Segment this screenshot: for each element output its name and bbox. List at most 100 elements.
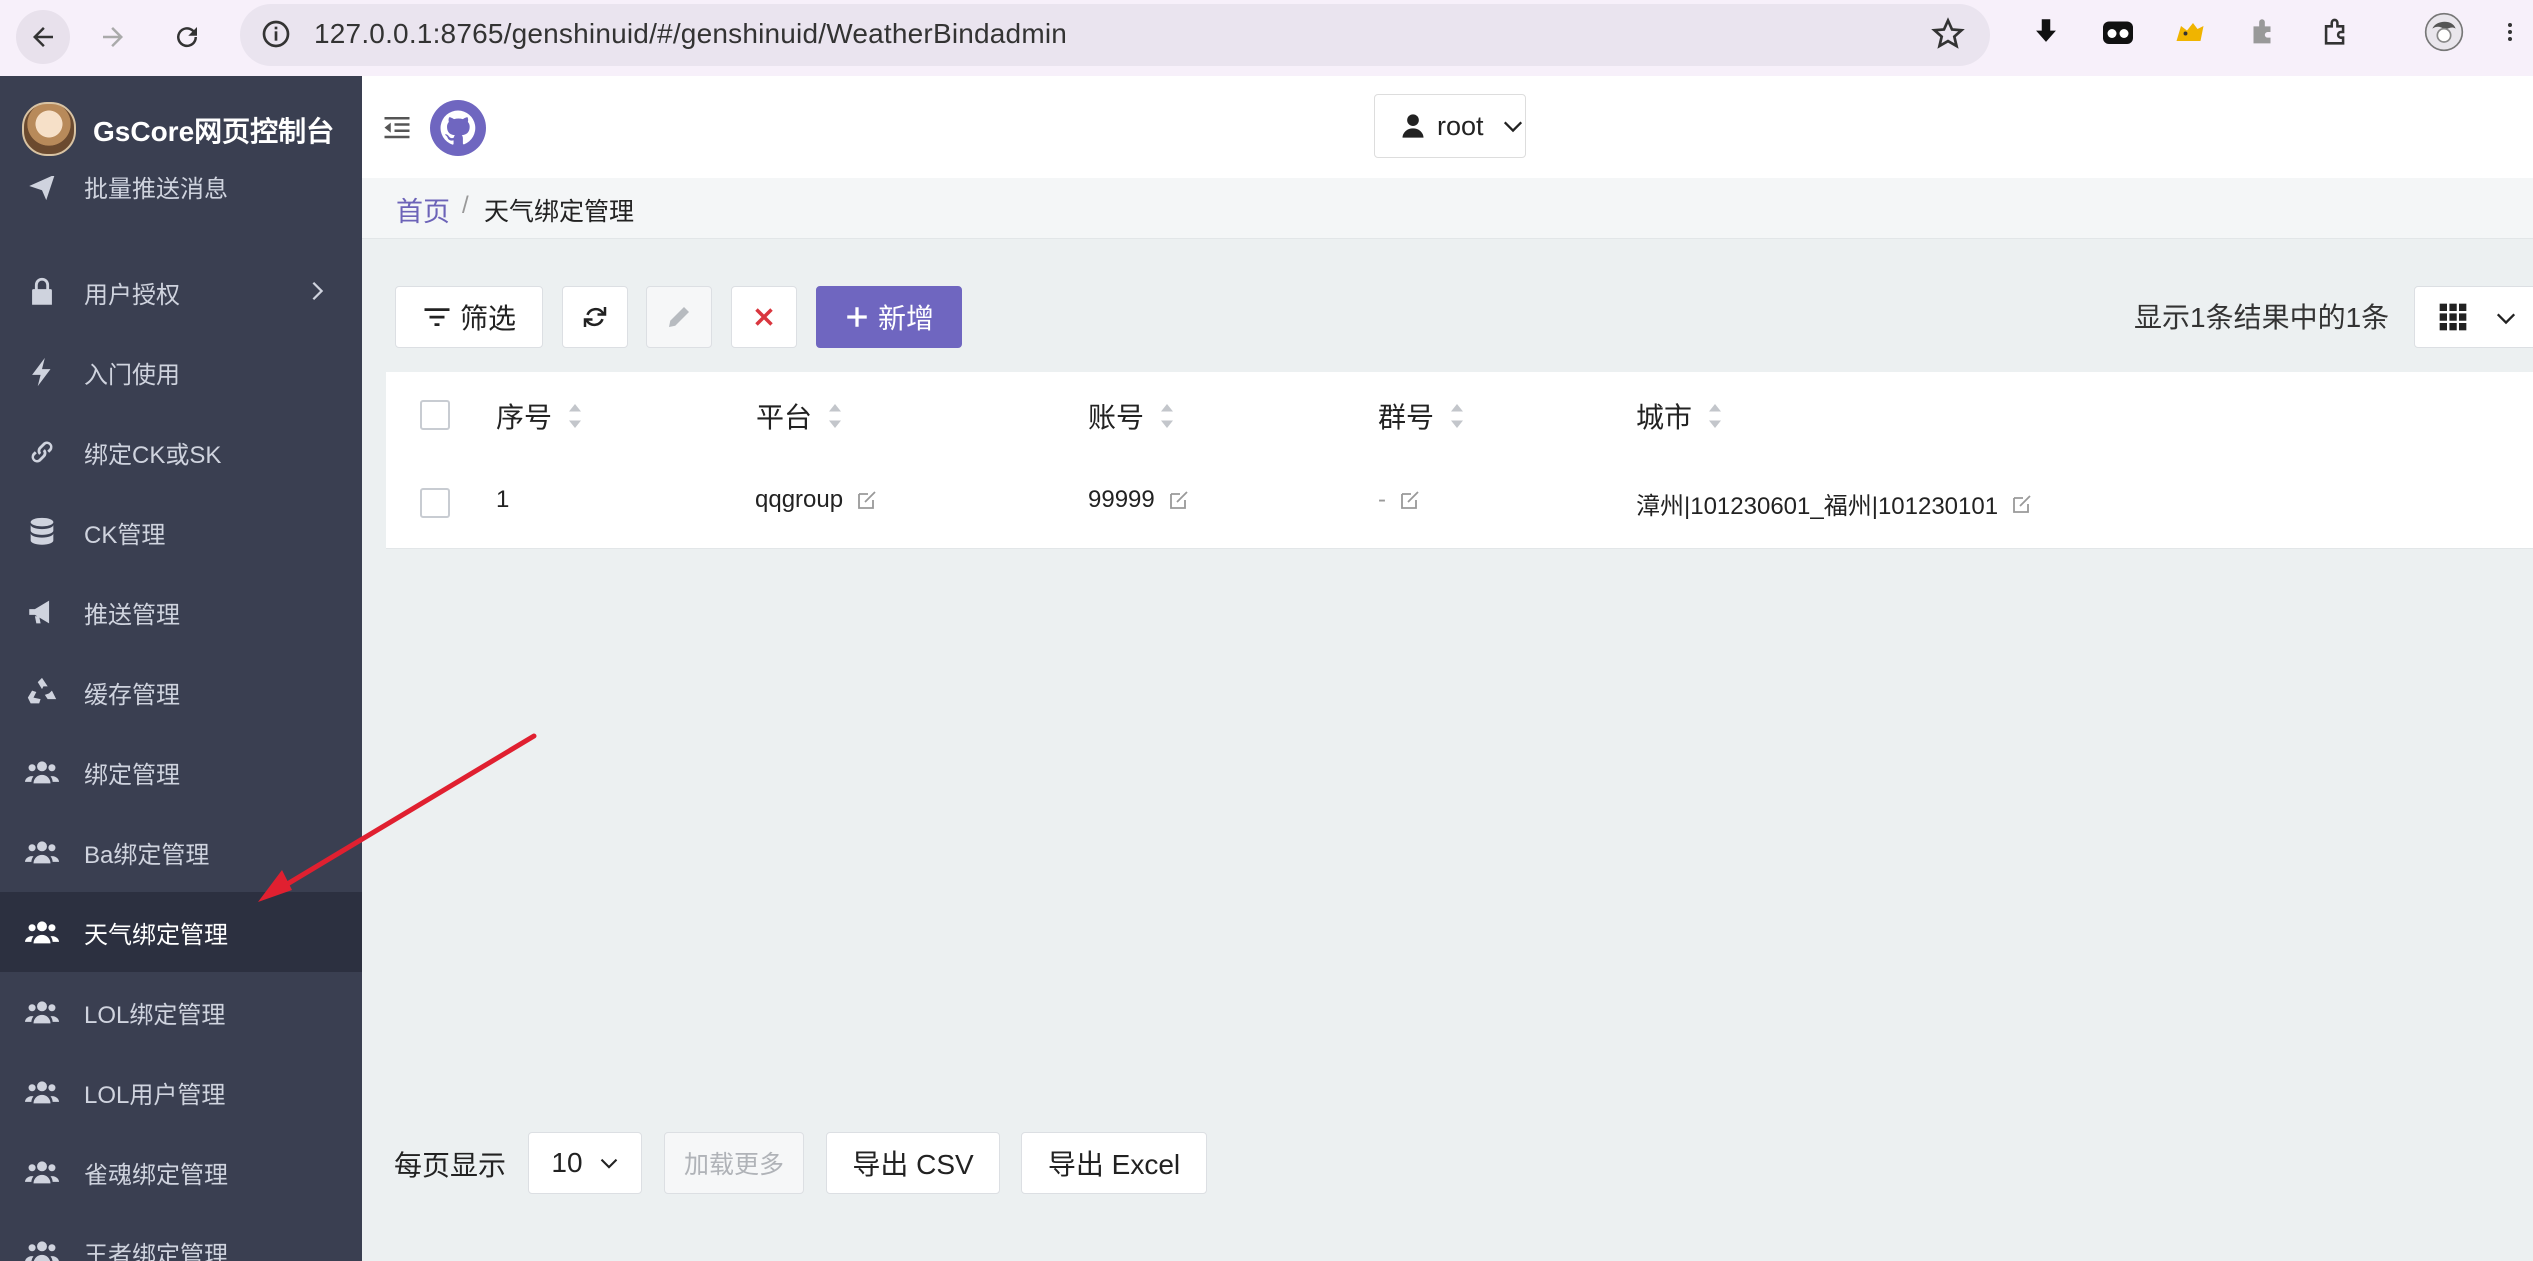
sidebar-toggle-icon[interactable]	[382, 112, 412, 142]
cell-account: 99999	[1088, 486, 1191, 514]
forward-button[interactable]	[86, 10, 140, 64]
chevron-right-icon	[312, 281, 324, 301]
brand[interactable]: GsCore网页控制台	[0, 76, 362, 176]
users-icon	[24, 1154, 60, 1190]
column-header-group[interactable]: 群号	[1378, 396, 1466, 436]
brand-title: GsCore网页控制台	[93, 116, 335, 147]
edit-icon[interactable]	[855, 488, 879, 512]
select-all-checkbox[interactable]	[420, 400, 450, 430]
sidebar-item-cache-management[interactable]: 缓存管理	[0, 652, 362, 732]
extensions-icon[interactable]	[2316, 12, 2356, 52]
breadcrumb-separator: /	[462, 192, 469, 219]
cell-group: -	[1378, 486, 1422, 514]
link-icon	[24, 434, 60, 470]
column-header-account[interactable]: 账号	[1088, 396, 1176, 436]
reload-button[interactable]	[160, 10, 214, 64]
user-name: root	[1437, 110, 1484, 141]
column-header-platform[interactable]: 平台	[756, 396, 844, 436]
extension-mask-icon[interactable]	[2098, 12, 2138, 52]
sidebar-item-getting-started[interactable]: 入门使用	[0, 332, 362, 412]
breadcrumb-current: 天气绑定管理	[484, 198, 635, 226]
database-icon	[24, 514, 60, 550]
data-table: 序号 平台 账号 群号 城市 1 qqgroup 99999 - 漳州|1012…	[386, 372, 2533, 549]
edit-icon[interactable]	[2010, 492, 2034, 516]
top-header: root	[362, 76, 2533, 179]
result-count: 显示1条结果中的1条	[2134, 302, 2390, 333]
github-icon[interactable]	[430, 100, 486, 156]
main-content: 首页 / 天气绑定管理 筛选 新增 显示1条结果中的1条 序号 平台 账号 群号…	[258, 178, 2533, 1261]
bookmark-star-icon[interactable]	[1930, 16, 1966, 52]
sidebar-item-lol-user-management[interactable]: LOL用户管理	[0, 1052, 362, 1132]
megaphone-icon	[24, 594, 60, 630]
users-icon	[24, 754, 60, 790]
edit-icon[interactable]	[1167, 488, 1191, 512]
profile-avatar-icon[interactable]	[2424, 12, 2464, 52]
close-icon	[755, 308, 773, 326]
user-icon	[1402, 114, 1424, 138]
per-page-label: 每页显示	[394, 1150, 507, 1181]
recycle-icon	[24, 674, 60, 710]
export-csv-button[interactable]: 导出 CSV	[826, 1132, 1000, 1194]
column-toggle-button[interactable]	[2414, 286, 2533, 348]
sort-icon[interactable]	[1706, 401, 1724, 431]
sort-icon[interactable]	[1158, 401, 1176, 431]
sort-icon[interactable]	[1448, 401, 1466, 431]
extension-cat-icon[interactable]	[2170, 12, 2210, 52]
url-text[interactable]: 127.0.0.1:8765/genshinuid/#/genshinuid/W…	[314, 18, 1067, 50]
brand-logo	[22, 102, 76, 156]
arrow-left-icon	[33, 27, 53, 47]
extension-puzzle-gray-icon[interactable]	[2242, 12, 2282, 52]
chevron-down-icon	[1503, 121, 1522, 133]
refresh-button[interactable]	[562, 286, 628, 348]
users-icon	[24, 914, 60, 950]
edit-button[interactable]	[646, 286, 712, 348]
sidebar-item-bind-management[interactable]: 绑定管理	[0, 732, 362, 812]
browser-chrome: 127.0.0.1:8765/genshinuid/#/genshinuid/W…	[0, 0, 2533, 76]
load-more-button[interactable]: 加载更多	[664, 1132, 804, 1194]
cell-id: 1	[496, 486, 510, 513]
row-checkbox[interactable]	[420, 488, 450, 518]
sidebar-item-bind-ck-sk[interactable]: 绑定CK或SK	[0, 412, 362, 492]
users-icon	[24, 834, 60, 870]
column-header-id[interactable]: 序号	[496, 396, 584, 436]
sidebar-item-user-auth[interactable]: 用户授权	[0, 252, 362, 332]
filter-icon	[424, 308, 450, 326]
column-header-city[interactable]: 城市	[1636, 396, 1724, 436]
filter-button[interactable]: 筛选	[395, 286, 543, 348]
breadcrumb: 首页 / 天气绑定管理	[362, 178, 2533, 239]
sidebar-item-ba-bind-management[interactable]: Ba绑定管理	[0, 812, 362, 892]
chevron-down-icon	[2496, 313, 2516, 325]
sidebar: GsCore网页控制台 批量推送消息 用户授权 入门使用 绑定CK或SK CK管…	[0, 76, 362, 1261]
sidebar-item-weather-bind-management[interactable]: 天气绑定管理	[0, 892, 362, 972]
breadcrumb-home-link[interactable]: 首页	[396, 190, 450, 229]
sidebar-item-mahjong-bind-management[interactable]: 雀魂绑定管理	[0, 1132, 362, 1212]
table-row[interactable]: 1 qqgroup 99999 - 漳州|101230601_福州|101230…	[386, 460, 2533, 548]
reload-icon	[177, 27, 198, 48]
add-button[interactable]: 新增	[816, 286, 962, 348]
refresh-icon	[583, 307, 607, 327]
delete-button[interactable]	[731, 286, 797, 348]
sidebar-item-ck-management[interactable]: CK管理	[0, 492, 362, 572]
users-icon	[24, 1074, 60, 1110]
table-header-row: 序号 平台 账号 群号 城市	[386, 372, 2533, 460]
sidebar-item-push-management[interactable]: 推送管理	[0, 572, 362, 652]
export-excel-button[interactable]: 导出 Excel	[1021, 1132, 1207, 1194]
per-page-select[interactable]: 10	[528, 1132, 642, 1194]
cell-platform: qqgroup	[755, 486, 879, 514]
site-info-icon[interactable]	[260, 18, 292, 50]
sort-icon[interactable]	[826, 401, 844, 431]
cell-city: 漳州|101230601_福州|101230101	[1636, 486, 2034, 521]
sort-icon[interactable]	[566, 401, 584, 431]
chevron-down-icon	[600, 1158, 617, 1169]
sidebar-item-honor-bind-management[interactable]: 王者绑定管理	[0, 1212, 362, 1261]
user-menu-button[interactable]: root	[1374, 94, 1526, 158]
arrow-right-icon	[103, 27, 123, 47]
plus-icon	[847, 307, 867, 327]
download-icon[interactable]	[2026, 12, 2066, 52]
address-bar[interactable]: 127.0.0.1:8765/genshinuid/#/genshinuid/W…	[240, 4, 1990, 66]
edit-icon[interactable]	[1398, 488, 1422, 512]
bolt-icon	[24, 354, 60, 390]
sidebar-item-lol-bind-management[interactable]: LOL绑定管理	[0, 972, 362, 1052]
browser-menu-icon[interactable]	[2500, 12, 2520, 52]
back-button[interactable]	[16, 10, 70, 64]
